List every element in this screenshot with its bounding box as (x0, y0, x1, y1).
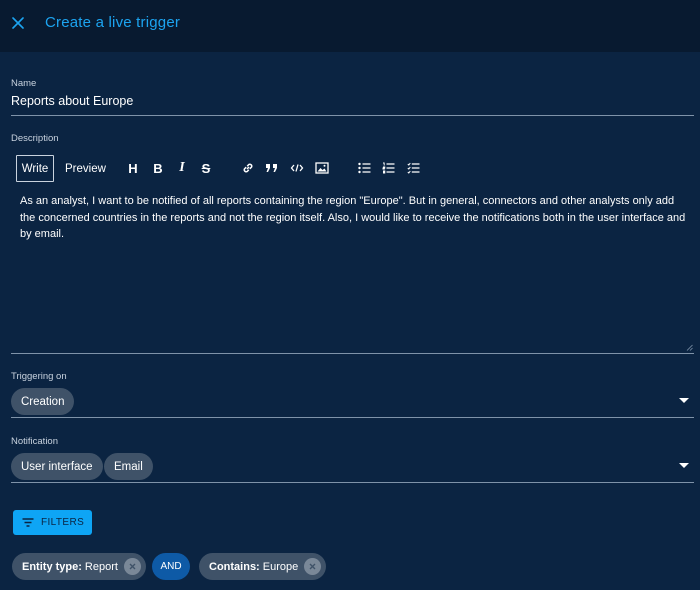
code-icon (290, 164, 304, 172)
code-button[interactable] (288, 159, 306, 177)
resize-handle-icon[interactable] (686, 344, 693, 351)
triggering-on-select[interactable]: Creation (11, 387, 694, 418)
close-icon (129, 563, 136, 570)
task-list-button[interactable] (404, 159, 422, 177)
filter-chip-entity-type[interactable]: Entity type: Report (12, 553, 146, 580)
heading-button[interactable]: H (124, 159, 142, 177)
remove-filter-button[interactable] (123, 558, 141, 575)
close-icon (12, 17, 24, 29)
page-title: Create a live trigger (45, 14, 181, 31)
name-label: Name (11, 78, 37, 89)
bullet-list-icon (357, 162, 370, 174)
description-text: As an analyst, I want to be notified of … (20, 195, 686, 240)
description-label: Description (11, 133, 59, 144)
filter-operator-and[interactable]: AND (152, 553, 190, 580)
numbered-list-button[interactable] (379, 159, 397, 177)
strikethrough-button[interactable]: S (197, 159, 215, 177)
link-icon (243, 163, 253, 173)
dropdown-arrow-icon[interactable] (679, 398, 689, 404)
strikethrough-icon: S (201, 160, 211, 176)
name-input[interactable]: Reports about Europe (11, 94, 694, 116)
bullet-list-button[interactable] (355, 159, 373, 177)
dropdown-arrow-icon[interactable] (679, 463, 689, 469)
description-textarea[interactable]: As an analyst, I want to be notified of … (11, 186, 694, 354)
dialog-header: Create a live trigger (0, 0, 700, 52)
remove-filter-button[interactable] (304, 558, 322, 575)
filter-icon (22, 518, 34, 527)
filter-key: Contains: (209, 560, 260, 573)
task-list-icon (406, 162, 419, 174)
image-icon (315, 162, 329, 174)
heading-icon: H (128, 160, 138, 176)
quote-icon (266, 164, 277, 172)
italic-icon: I (179, 160, 185, 175)
link-button[interactable] (239, 159, 257, 177)
italic-button[interactable]: I (173, 159, 191, 177)
bold-button[interactable]: B (149, 159, 167, 177)
notification-select[interactable]: User interface Email (11, 452, 694, 483)
chip-user-interface[interactable]: User interface (11, 453, 103, 480)
filter-chip-contains[interactable]: Contains: Europe (199, 553, 327, 580)
filters-button-label: FILTERS (41, 517, 85, 528)
filters-button[interactable]: FILTERS (13, 510, 92, 535)
tab-write[interactable]: Write (16, 155, 54, 182)
filter-key: Entity type: (22, 560, 82, 573)
quote-button[interactable] (263, 159, 281, 177)
chip-email[interactable]: Email (104, 453, 153, 480)
chip-creation[interactable]: Creation (11, 388, 75, 415)
filter-value: Europe (262, 560, 299, 573)
numbered-list-icon (382, 162, 394, 174)
filter-value: Report (84, 560, 118, 573)
bold-icon: B (153, 160, 163, 176)
close-icon (309, 563, 316, 570)
markdown-toolbar: Write Preview H B I S (16, 155, 694, 182)
image-button[interactable] (313, 159, 331, 177)
triggering-on-label: Triggering on (11, 371, 67, 382)
tab-preview[interactable]: Preview (65, 155, 106, 182)
notification-label: Notification (11, 436, 58, 447)
close-button[interactable] (8, 13, 28, 33)
